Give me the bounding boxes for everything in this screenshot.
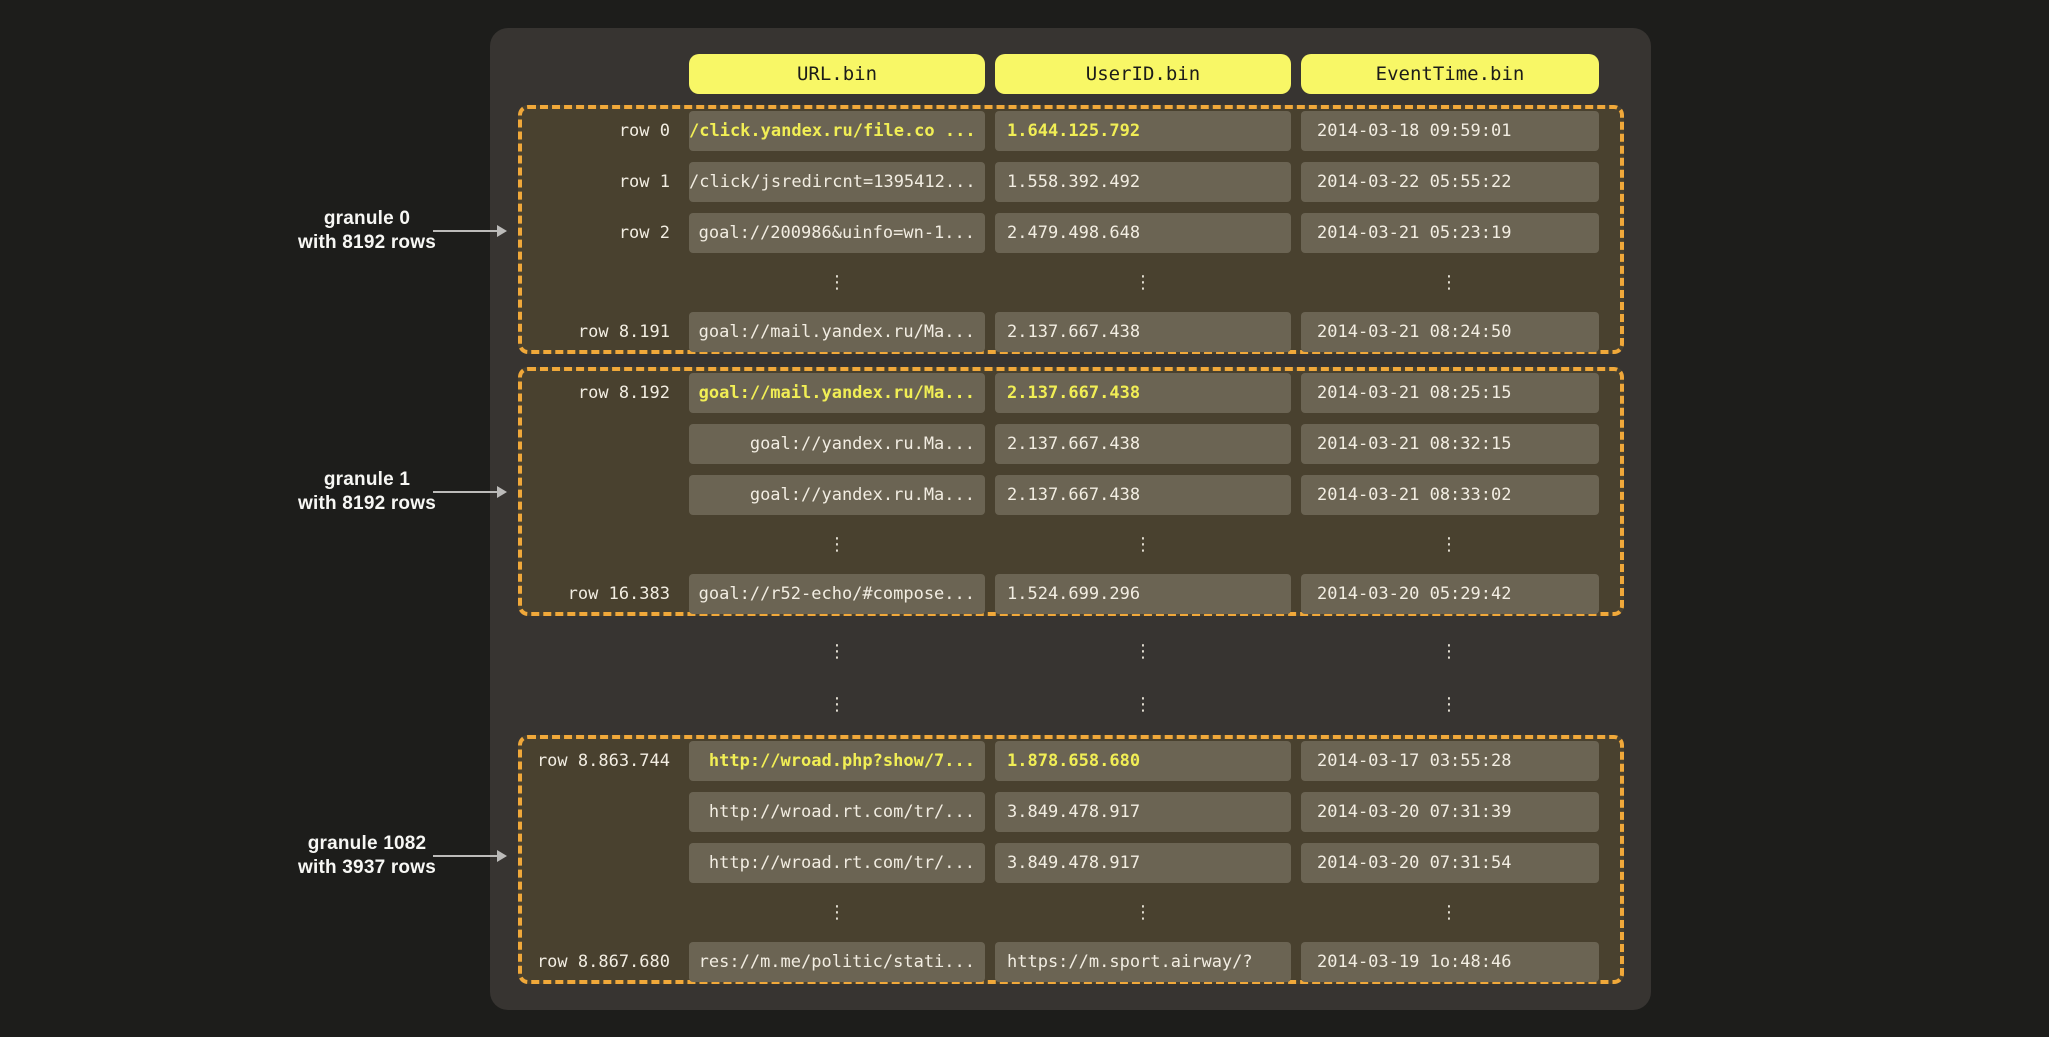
arrow-head-icon	[497, 225, 507, 237]
userid-cell: 1.878.658.680	[995, 741, 1291, 781]
ellipsis-icon: ⋮	[1301, 893, 1597, 933]
userid-cell: 3.849.478.917	[995, 792, 1291, 832]
granule-1-box: row 8.192 goal://mail.yandex.ru/Ma... 2.…	[518, 367, 1624, 616]
arrow-shaft	[433, 855, 499, 857]
url-cell: goal://yandex.ru.Ma...	[689, 475, 985, 515]
url-cell: http://wroad.rt.com/tr/...	[689, 843, 985, 883]
url-cell: /click/jsredircnt=1395412...	[689, 162, 985, 202]
userid-cell: 2.479.498.648	[995, 213, 1291, 253]
arrow-head-icon	[497, 850, 507, 862]
row-label: row 0	[522, 111, 670, 151]
row-label	[522, 843, 670, 883]
userid-cell: 1.644.125.792	[995, 111, 1291, 151]
row-label: row 8.191	[522, 312, 670, 352]
url-cell: goal://mail.yandex.ru/Ma...	[689, 312, 985, 352]
ellipsis-icon: ⋮	[689, 525, 985, 565]
url-cell: /click.yandex.ru/file.co ...	[689, 111, 985, 151]
granule-1082-arrow	[433, 850, 509, 862]
eventtime-cell: 2014-03-17 03:55:28	[1301, 741, 1599, 781]
ellipsis-icon: ⋮	[689, 632, 985, 672]
url-cell: goal://yandex.ru.Ma...	[689, 424, 985, 464]
eventtime-cell: 2014-03-21 05:23:19	[1301, 213, 1599, 253]
column-header-url-bin: URL.bin	[689, 54, 985, 94]
granule-1082-box: row 8.863.744 http://wroad.php?show/7...…	[518, 735, 1624, 984]
userid-cell: 2.137.667.438	[995, 475, 1291, 515]
arrow-head-icon	[497, 486, 507, 498]
eventtime-cell: 2014-03-21 08:24:50	[1301, 312, 1599, 352]
userid-cell: 3.849.478.917	[995, 843, 1291, 883]
row-label: row 8.863.744	[522, 741, 670, 781]
column-header-eventtime-bin: EventTime.bin	[1301, 54, 1599, 94]
userid-cell: 2.137.667.438	[995, 373, 1291, 413]
eventtime-cell: 2014-03-18 09:59:01	[1301, 111, 1599, 151]
granule-0-arrow	[433, 225, 509, 237]
row-label: row 8.192	[522, 373, 670, 413]
column-header-userid-bin: UserID.bin	[995, 54, 1291, 94]
row-label: row 1	[522, 162, 670, 202]
userid-cell: 1.558.392.492	[995, 162, 1291, 202]
row-label	[522, 424, 670, 464]
row-label: row 8.867.680	[522, 942, 670, 982]
panel-ellipsis-row: ⋮ ⋮ ⋮	[0, 685, 2049, 725]
url-cell: goal://mail.yandex.ru/Ma...	[689, 373, 985, 413]
ellipsis-icon: ⋮	[689, 685, 985, 725]
eventtime-cell: 2014-03-20 07:31:54	[1301, 843, 1599, 883]
url-cell: res://m.me/politic/stati...	[689, 942, 985, 982]
eventtime-cell: 2014-03-22 05:55:22	[1301, 162, 1599, 202]
eventtime-cell: 2014-03-21 08:33:02	[1301, 475, 1599, 515]
granule-0-box: row 0 /click.yandex.ru/file.co ... 1.644…	[518, 105, 1624, 354]
panel-ellipsis-row: ⋮ ⋮ ⋮	[0, 632, 2049, 672]
ellipsis-icon: ⋮	[995, 525, 1291, 565]
ellipsis-icon: ⋮	[1301, 263, 1597, 303]
url-cell: goal://200986&uinfo=wn-1...	[689, 213, 985, 253]
eventtime-cell: 2014-03-21 08:25:15	[1301, 373, 1599, 413]
userid-cell: https://m.sport.airway/?	[995, 942, 1291, 982]
ellipsis-icon: ⋮	[995, 263, 1291, 303]
row-label	[522, 792, 670, 832]
granule-1-arrow	[433, 486, 509, 498]
ellipsis-icon: ⋮	[1301, 525, 1597, 565]
url-cell: http://wroad.php?show/7...	[689, 741, 985, 781]
ellipsis-icon: ⋮	[689, 263, 985, 303]
eventtime-cell: 2014-03-21 08:32:15	[1301, 424, 1599, 464]
diagram-canvas: URL.bin UserID.bin EventTime.bin row 0 /…	[0, 0, 2049, 1037]
ellipsis-icon: ⋮	[1301, 685, 1597, 725]
ellipsis-icon: ⋮	[1301, 632, 1597, 672]
eventtime-cell: 2014-03-19 1o:48:46	[1301, 942, 1599, 982]
row-label: row 16.383	[522, 574, 670, 614]
row-label: row 2	[522, 213, 670, 253]
ellipsis-icon: ⋮	[689, 893, 985, 933]
eventtime-cell: 2014-03-20 07:31:39	[1301, 792, 1599, 832]
ellipsis-icon: ⋮	[995, 893, 1291, 933]
ellipsis-icon: ⋮	[995, 632, 1291, 672]
row-label	[522, 475, 670, 515]
userid-cell: 2.137.667.438	[995, 424, 1291, 464]
url-cell: goal://r52-echo/#compose...	[689, 574, 985, 614]
arrow-shaft	[433, 230, 499, 232]
eventtime-cell: 2014-03-20 05:29:42	[1301, 574, 1599, 614]
arrow-shaft	[433, 491, 499, 493]
url-cell: http://wroad.rt.com/tr/...	[689, 792, 985, 832]
userid-cell: 1.524.699.296	[995, 574, 1291, 614]
ellipsis-icon: ⋮	[995, 685, 1291, 725]
userid-cell: 2.137.667.438	[995, 312, 1291, 352]
